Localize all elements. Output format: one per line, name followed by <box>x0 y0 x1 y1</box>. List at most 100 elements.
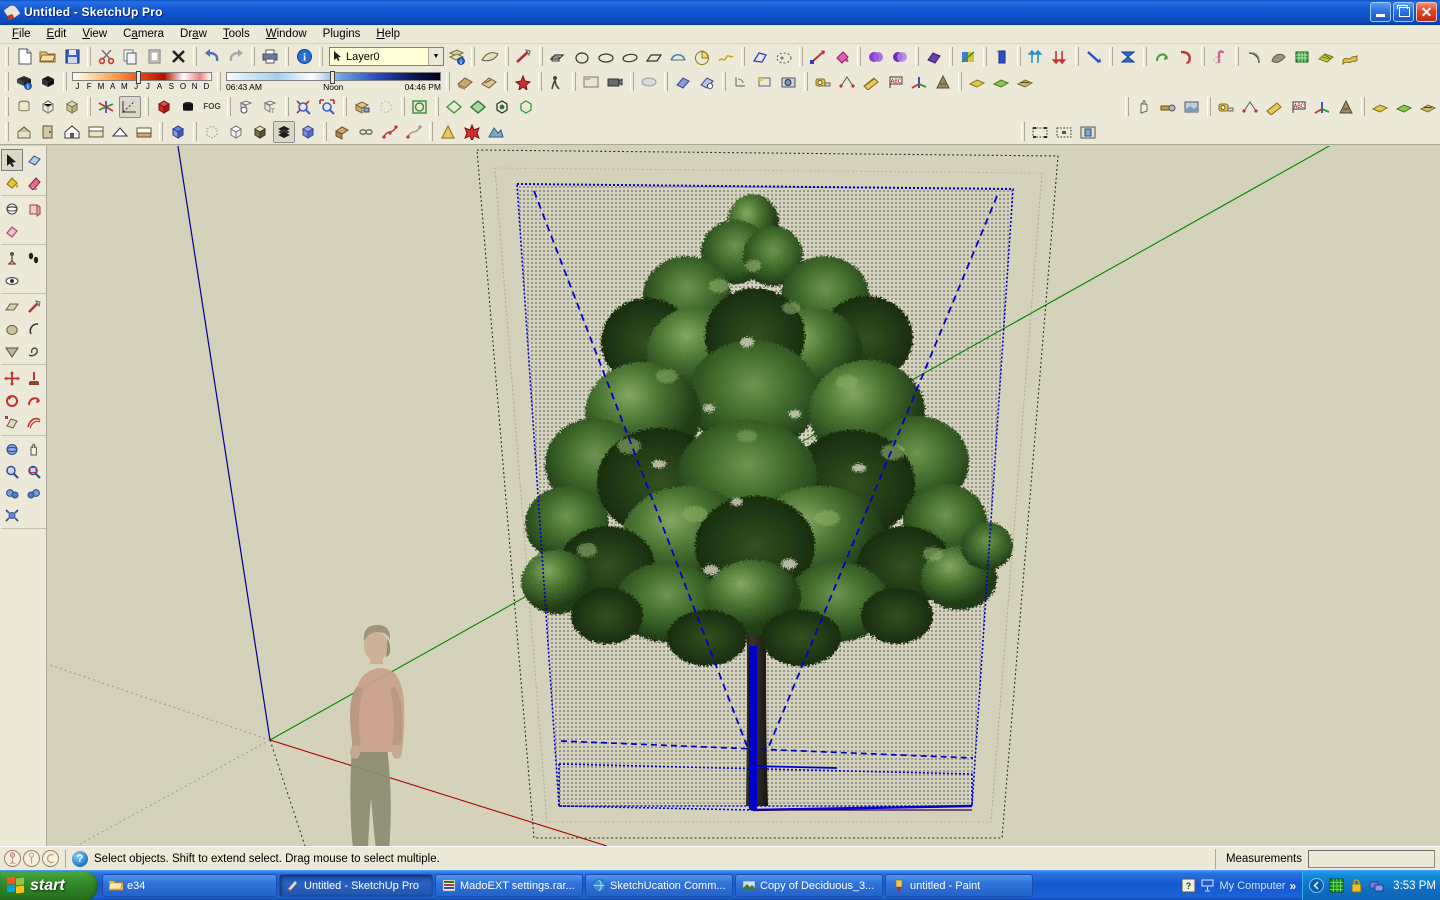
menu-file[interactable]: File <box>4 26 39 42</box>
toolbar-grip[interactable] <box>1235 47 1239 66</box>
minimize-button[interactable] <box>1370 2 1391 22</box>
component-camera-icon[interactable] <box>351 96 373 118</box>
cube-solid-icon[interactable] <box>61 96 83 118</box>
toolbar-grip[interactable] <box>915 47 919 66</box>
credits-icon[interactable] <box>42 850 59 867</box>
toolbar-grip[interactable] <box>664 72 668 91</box>
toolbar-grip[interactable] <box>217 72 221 91</box>
chevron-expand-icon[interactable]: » <box>1289 879 1296 893</box>
person-outline-icon[interactable] <box>23 850 40 867</box>
follow-me-icon[interactable] <box>23 389 45 411</box>
zoom-window-icon[interactable] <box>23 460 45 482</box>
menu-tools[interactable]: Tools <box>215 26 258 42</box>
freehand-icon[interactable] <box>23 340 45 362</box>
toolbar-grip[interactable] <box>799 47 803 66</box>
plugin-red-tool-icon[interactable] <box>512 71 534 93</box>
toolbar-grip[interactable] <box>958 72 962 91</box>
position-camera-icon[interactable] <box>1 247 23 269</box>
dim-style-icon[interactable] <box>1157 96 1179 118</box>
toolbar-grip[interactable] <box>504 72 508 91</box>
sun-star-icon[interactable] <box>461 121 483 143</box>
previous-view-icon[interactable] <box>1 482 23 504</box>
solid-tools-subtract-icon[interactable] <box>889 46 911 68</box>
iso-view-icon[interactable] <box>167 121 189 143</box>
toolbar-grip[interactable] <box>319 47 323 66</box>
toolbar-grip[interactable] <box>5 72 9 91</box>
parallelogram-icon[interactable] <box>643 46 665 68</box>
toolbar-grip[interactable] <box>193 47 197 66</box>
arc-icon[interactable] <box>23 318 45 340</box>
menu-draw[interactable]: Draw <box>172 26 215 42</box>
bowtie-icon[interactable] <box>1117 46 1139 68</box>
toolbar-grip[interactable] <box>285 97 289 116</box>
plugin-column-icon[interactable] <box>991 46 1013 68</box>
3d-text-2-icon[interactable] <box>1335 96 1357 118</box>
shell-icon[interactable] <box>1267 46 1289 68</box>
toolbar-grip[interactable] <box>227 97 231 116</box>
lock-icon[interactable] <box>1349 878 1364 893</box>
start-button[interactable]: start <box>0 870 98 900</box>
toolbar-grip[interactable] <box>505 47 509 66</box>
shaded-texture-icon[interactable] <box>273 120 295 143</box>
dimension-2-icon[interactable] <box>1239 96 1261 118</box>
person-standing-icon[interactable] <box>4 850 21 867</box>
toolbar-grip[interactable] <box>804 72 808 91</box>
tape-measure-2-icon[interactable] <box>1215 96 1237 118</box>
walk-plugin-icon[interactable] <box>546 71 568 93</box>
rotate-icon[interactable] <box>1 389 23 411</box>
fog-icon[interactable] <box>638 71 660 93</box>
shadow-settings-icon[interactable]: i <box>13 71 35 93</box>
protractor-icon[interactable] <box>860 71 882 93</box>
front-view-icon[interactable] <box>225 121 247 143</box>
pie-icon[interactable] <box>691 46 713 68</box>
measurements-input[interactable] <box>1308 849 1435 868</box>
right-view-icon[interactable] <box>249 121 271 143</box>
section-plane-tool-icon[interactable] <box>754 71 776 93</box>
sandbox-drape-2-icon[interactable] <box>1417 96 1439 118</box>
save-icon[interactable] <box>61 46 83 68</box>
undo-icon[interactable] <box>201 46 223 68</box>
menu-window[interactable]: Window <box>258 26 315 42</box>
toolbar-grip[interactable] <box>572 72 576 91</box>
sandbox-drape-icon[interactable] <box>1014 71 1036 93</box>
arrows-down-icon[interactable] <box>1049 46 1071 68</box>
select-tool-icon[interactable] <box>1 149 23 171</box>
open-icon[interactable] <box>37 46 59 68</box>
orbit-icon[interactable] <box>1 198 23 220</box>
path-points-gray-icon[interactable] <box>403 121 425 143</box>
ellipse-icon[interactable] <box>619 46 641 68</box>
toolbar-grip[interactable] <box>145 97 149 116</box>
display-section-cuts-icon[interactable] <box>1077 121 1099 143</box>
toolbar-grip[interactable] <box>949 47 953 66</box>
style-cube-icon[interactable] <box>491 96 513 118</box>
look-around-icon[interactable] <box>1 269 23 291</box>
toolbar-grip[interactable] <box>538 72 542 91</box>
sandbox-smoove-icon[interactable] <box>966 71 988 93</box>
next-view-icon[interactable] <box>23 482 45 504</box>
toolbar-grip[interactable] <box>343 97 347 116</box>
line-icon[interactable] <box>513 46 535 68</box>
toolbar-grip[interactable] <box>5 97 9 116</box>
close-button[interactable]: ✕ <box>1416 2 1437 22</box>
cut-icon[interactable] <box>95 46 117 68</box>
toolbar-grip[interactable] <box>159 122 163 141</box>
polygon-icon[interactable] <box>1 340 23 362</box>
dynamic-component-icon[interactable] <box>672 71 694 93</box>
menu-edit[interactable]: Edit <box>39 26 75 42</box>
axes-display-icon[interactable] <box>95 96 117 118</box>
toolbar-grip[interactable] <box>539 47 543 66</box>
toolbar-grip[interactable] <box>435 97 439 116</box>
style-outline-icon[interactable] <box>409 96 431 118</box>
offset-icon[interactable] <box>23 411 45 433</box>
toolbar-grip[interactable] <box>5 122 9 141</box>
taskbar-item-sketchucation[interactable]: SketchUcation Comm... <box>585 874 733 897</box>
diagonal-arrow-icon[interactable] <box>1083 46 1105 68</box>
section-plane-icon[interactable] <box>1029 121 1051 143</box>
dimension-icon[interactable] <box>836 71 858 93</box>
zoom-selection-icon[interactable] <box>293 96 315 118</box>
red-cube-icon[interactable] <box>153 96 175 118</box>
chevron-down-icon[interactable]: ▼ <box>428 48 443 65</box>
style-cube-green-icon[interactable] <box>515 96 537 118</box>
zoom-extents-icon[interactable] <box>317 96 339 118</box>
toolbar-grip[interactable] <box>5 47 9 66</box>
